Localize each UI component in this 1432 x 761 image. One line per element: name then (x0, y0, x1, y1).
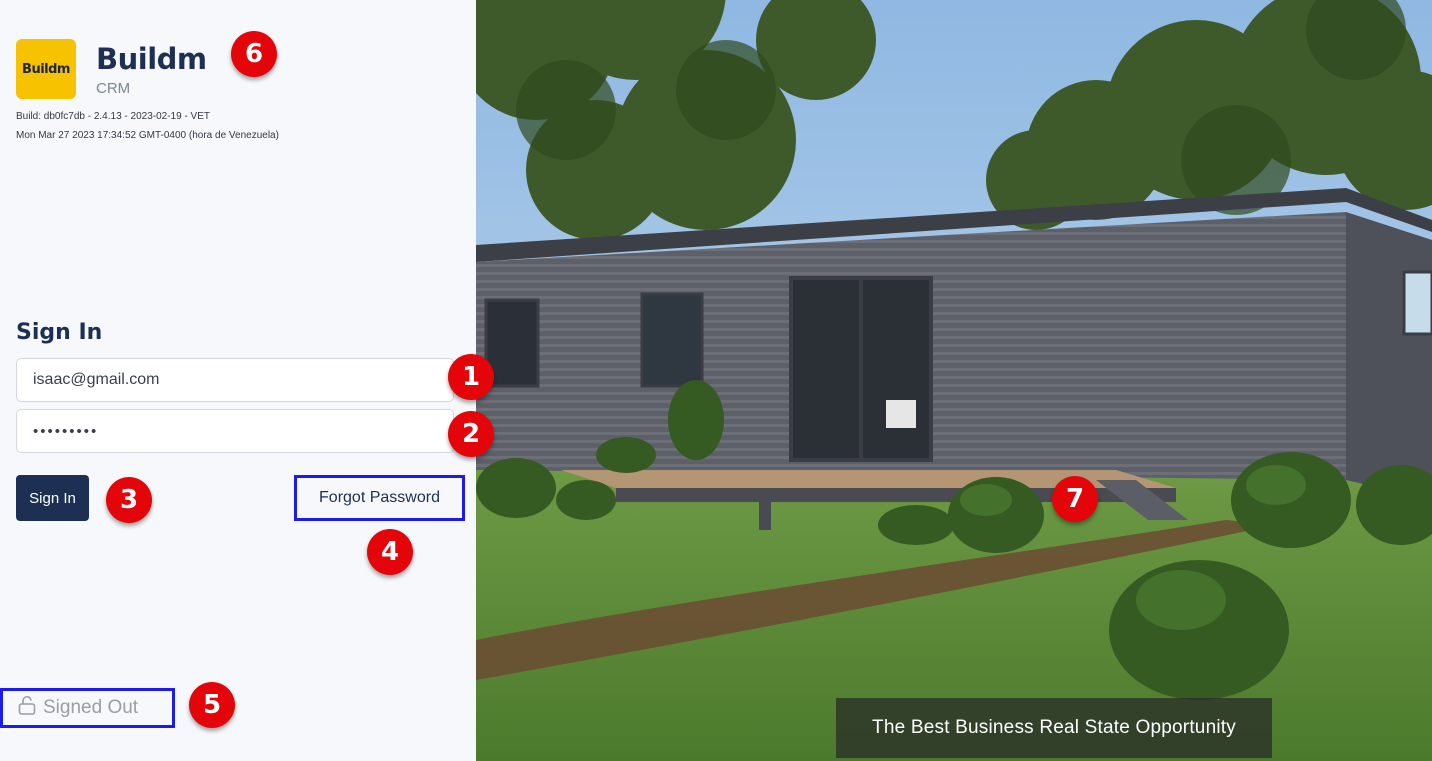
brand-subtitle: CRM (96, 80, 131, 97)
annotation-badge-3: 3 (106, 477, 152, 523)
annotation-badge-4: 4 (367, 529, 413, 575)
signed-out-label: Signed Out (43, 697, 139, 718)
annotation-badge-7: 7 (1052, 476, 1098, 522)
buildm-logo: Buildm (16, 39, 76, 99)
forgot-password-link[interactable]: Forgot Password (294, 475, 465, 521)
signed-out-status: Signed Out (0, 688, 175, 728)
date-info: Mon Mar 27 2023 17:34:52 GMT-0400 (hora … (16, 130, 279, 141)
hero-image: The Best Business Real State Opportunity (476, 0, 1432, 761)
annotation-badge-2: 2 (448, 411, 494, 457)
annotation-badge-1: 1 (448, 354, 494, 400)
hero-caption: The Best Business Real State Opportunity (836, 698, 1272, 758)
password-field[interactable]: ••••••••• (16, 409, 454, 453)
sign-in-button[interactable]: Sign In (16, 475, 89, 521)
email-field[interactable]: isaac@gmail.com (16, 358, 454, 402)
build-info: Build: db0fc7db - 2.4.13 - 2023-02-19 - … (16, 111, 211, 122)
logo-text: Buildm (22, 61, 70, 77)
annotation-badge-6: 6 (231, 31, 277, 77)
annotation-badge-5: 5 (189, 682, 235, 728)
house-photo (476, 0, 1432, 761)
brand-title: Buildm (96, 42, 207, 76)
lock-open-icon (17, 695, 37, 721)
sign-in-heading: Sign In (16, 320, 103, 345)
login-panel: Buildm Buildm CRM Build: db0fc7db - 2.4.… (0, 0, 476, 761)
